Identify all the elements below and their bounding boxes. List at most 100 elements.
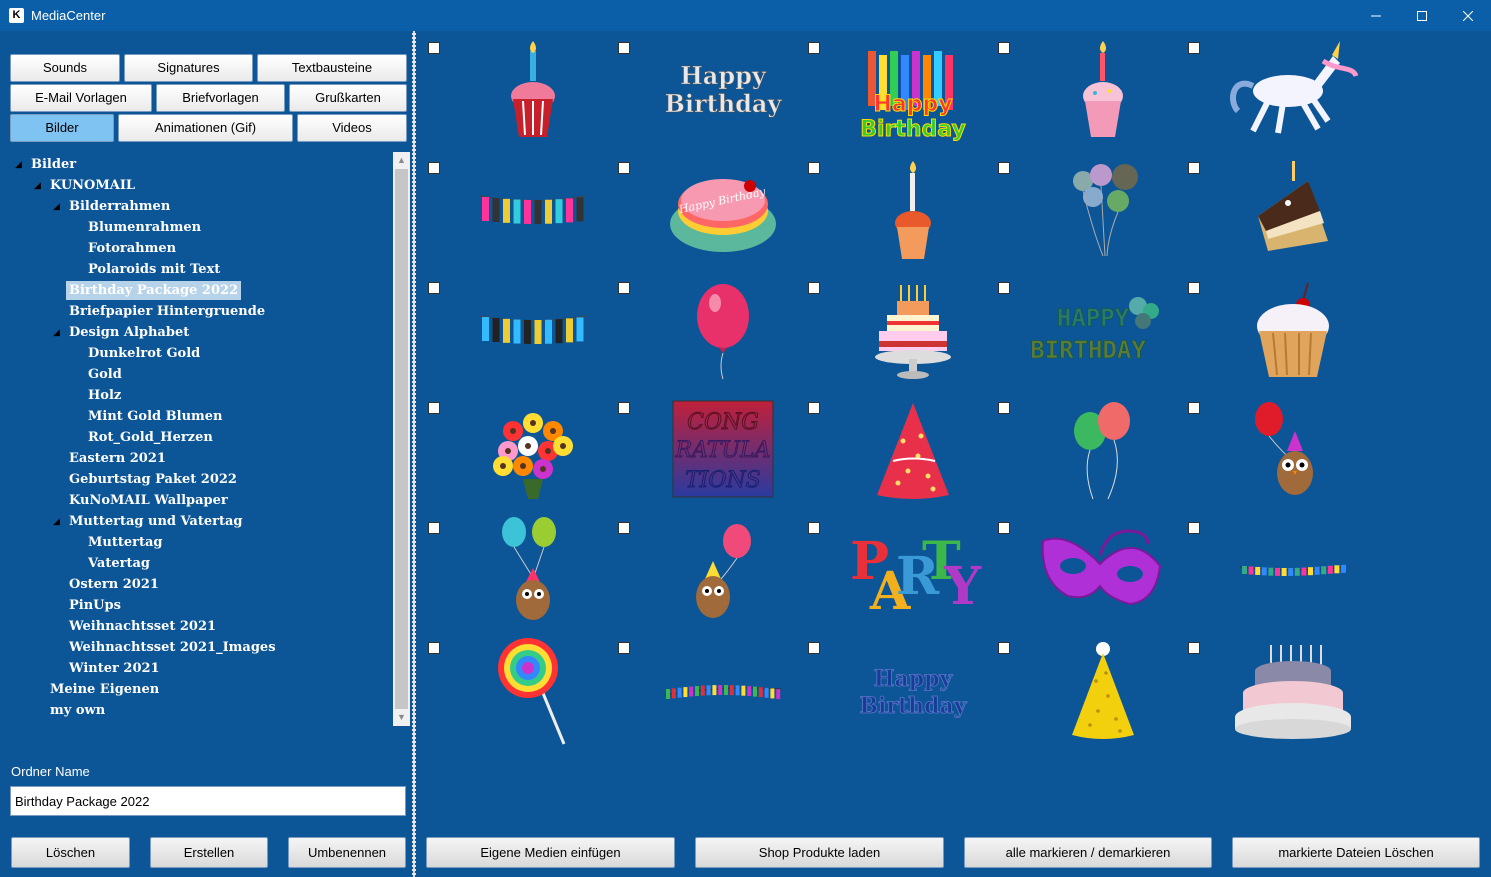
image-tile[interactable] — [416, 511, 606, 631]
scroll-up-icon[interactable]: ▲ — [393, 152, 410, 169]
image-select-checkbox[interactable] — [1188, 522, 1200, 534]
insert-media-button[interactable]: Eigene Medien einfügen — [426, 837, 675, 868]
image-select-checkbox[interactable] — [618, 402, 630, 414]
tree-expand-caret-icon[interactable]: ◢ — [53, 197, 60, 216]
image-select-checkbox[interactable] — [808, 42, 820, 54]
tab-email-vorlagen[interactable]: E-Mail Vorlagen — [10, 84, 152, 112]
image-select-checkbox[interactable] — [998, 642, 1010, 654]
image-select-checkbox[interactable] — [428, 642, 440, 654]
image-tile[interactable] — [986, 511, 1176, 631]
streamer-icon[interactable] — [658, 639, 788, 743]
big-cake-icon[interactable] — [1228, 639, 1358, 743]
image-select-checkbox[interactable] — [1188, 42, 1200, 54]
owl-two-balloons-icon[interactable] — [468, 517, 598, 623]
tree-item[interactable]: PinUps — [69, 596, 121, 615]
tab-textbausteine[interactable]: Textbausteine — [257, 54, 407, 82]
pink-cupcake-icon[interactable] — [1038, 39, 1168, 143]
image-select-checkbox[interactable] — [618, 522, 630, 534]
birthday-cake-top-icon[interactable]: Happy Birthday — [658, 159, 788, 263]
tree-item[interactable]: Eastern 2021 — [69, 449, 166, 468]
congratulations-icon[interactable]: CONG RATULA TIONS — [658, 399, 788, 503]
image-select-checkbox[interactable] — [1188, 402, 1200, 414]
image-select-checkbox[interactable] — [618, 642, 630, 654]
image-select-checkbox[interactable] — [618, 162, 630, 174]
image-select-checkbox[interactable] — [998, 522, 1010, 534]
image-tile[interactable] — [986, 151, 1176, 271]
image-select-checkbox[interactable] — [808, 282, 820, 294]
image-tile[interactable] — [1176, 511, 1366, 631]
cake-slice-icon[interactable] — [1228, 159, 1358, 263]
balloons-pair-icon[interactable] — [1038, 399, 1168, 503]
image-tile[interactable] — [416, 151, 606, 271]
image-select-checkbox[interactable] — [428, 42, 440, 54]
image-tile[interactable]: HAPPY BIRTHDAY — [986, 271, 1176, 391]
tree-expand-caret-icon[interactable]: ◢ — [15, 155, 22, 174]
tree-item[interactable]: Polaroids mit Text — [88, 260, 220, 279]
image-tile[interactable] — [796, 151, 986, 271]
balloons-bunch-icon[interactable] — [1038, 159, 1168, 263]
create-folder-button[interactable]: Erstellen — [150, 837, 268, 868]
muffin-cherry-icon[interactable] — [1228, 279, 1358, 383]
image-select-checkbox[interactable] — [618, 42, 630, 54]
cupcake-candle-2-icon[interactable] — [848, 159, 978, 263]
image-tile[interactable] — [1176, 271, 1366, 391]
happy-birthday-balloons-icon[interactable]: HAPPY BIRTHDAY — [1030, 279, 1168, 383]
tree-scrollbar[interactable]: ▲ ▼ — [393, 152, 410, 726]
image-tile[interactable] — [986, 391, 1176, 511]
image-tile[interactable]: PARTY — [796, 511, 986, 631]
image-select-checkbox[interactable] — [808, 522, 820, 534]
tree-item[interactable]: Weihnachtsset 2021_Images — [69, 638, 276, 657]
tree-item[interactable]: Weihnachtsset 2021 — [69, 617, 216, 636]
tree-item[interactable]: Muttertag und Vatertag — [69, 512, 243, 531]
tree-item[interactable]: Mint Gold Blumen — [88, 407, 223, 426]
image-tile[interactable]: CONG RATULA TIONS — [606, 391, 796, 511]
party-hat-yellow-icon[interactable] — [1038, 639, 1168, 743]
party-mask-icon[interactable] — [1038, 519, 1168, 623]
image-tile[interactable] — [606, 271, 796, 391]
flower-bouquet-icon[interactable] — [468, 399, 598, 503]
delete-marked-button[interactable]: markierte Dateien Löschen — [1232, 837, 1480, 868]
tab-sounds[interactable]: Sounds — [10, 54, 120, 82]
image-select-checkbox[interactable] — [998, 282, 1010, 294]
party-hat-red-icon[interactable] — [848, 399, 978, 503]
tree-item[interactable]: Gold — [88, 365, 122, 384]
tree-item[interactable]: Fotorahmen — [88, 239, 176, 258]
image-select-checkbox[interactable] — [1188, 282, 1200, 294]
tree-item[interactable]: Geburtstag Paket 2022 — [69, 470, 237, 489]
image-tile[interactable] — [606, 631, 796, 751]
garland-pink-icon[interactable] — [468, 159, 598, 263]
tree-item[interactable]: Briefpapier Hintergruende — [69, 302, 265, 321]
tree-expand-caret-icon[interactable]: ◢ — [34, 176, 41, 195]
image-tile[interactable] — [1176, 391, 1366, 511]
image-select-checkbox[interactable] — [808, 402, 820, 414]
tree-item[interactable]: Bilder — [31, 155, 76, 174]
tab-videos[interactable]: Videos — [297, 114, 407, 142]
tree-expand-caret-icon[interactable]: ◢ — [53, 512, 60, 531]
tree-item[interactable]: Design Alphabet — [69, 323, 189, 342]
cupcake-candle-icon[interactable] — [468, 39, 598, 143]
scroll-down-icon[interactable]: ▼ — [393, 709, 410, 726]
tree-item[interactable]: KuNoMAIL Wallpaper — [69, 491, 228, 510]
minimize-button[interactable] — [1353, 0, 1399, 31]
image-select-checkbox[interactable] — [428, 282, 440, 294]
load-shop-products-button[interactable]: Shop Produkte laden — [695, 837, 944, 868]
happy-birthday-blue-text-icon[interactable]: Happy Birthday — [848, 639, 978, 743]
image-tile[interactable] — [986, 31, 1176, 151]
folder-name-input[interactable] — [10, 786, 406, 816]
toggle-all-button[interactable]: alle markieren / demarkieren — [964, 837, 1212, 868]
layered-cake-icon[interactable] — [848, 279, 978, 383]
image-tile[interactable] — [416, 631, 606, 751]
tree-item[interactable]: Winter 2021 — [69, 659, 160, 678]
image-select-checkbox[interactable] — [428, 162, 440, 174]
tree-item[interactable]: Holz — [88, 386, 121, 405]
image-select-checkbox[interactable] — [428, 402, 440, 414]
birthday-candles-cake-icon[interactable]: Happy Birthday — [848, 39, 978, 143]
tab-bilder[interactable]: Bilder — [10, 114, 114, 142]
garland-blue-icon[interactable] — [468, 279, 598, 383]
image-tile[interactable] — [1176, 31, 1366, 151]
pink-balloon-icon[interactable] — [658, 279, 788, 383]
tree-item[interactable]: Ostern 2021 — [69, 575, 159, 594]
tab-signatures[interactable]: Signatures — [124, 54, 253, 82]
tree-item[interactable]: KUNOMAIL — [50, 176, 135, 195]
tree-item[interactable]: Birthday Package 2022 — [66, 281, 242, 300]
